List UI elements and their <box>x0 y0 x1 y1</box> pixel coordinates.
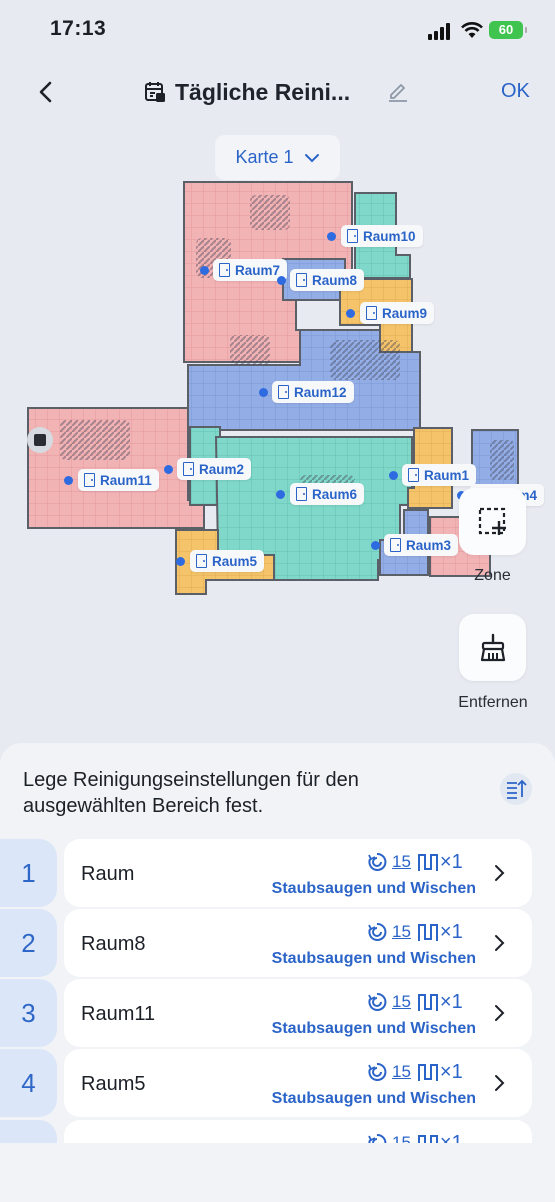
room-dot <box>64 476 73 485</box>
room-label-raum2[interactable]: Raum2 <box>177 458 252 480</box>
chevron-right-icon <box>495 1005 505 1021</box>
list-item: 1 Raum 15 ×1 Staubsaugen und Wischen <box>0 839 555 907</box>
suction-level: 15 <box>392 1133 411 1143</box>
suction-level: 15 <box>392 1062 411 1081</box>
door-icon <box>366 306 377 320</box>
list-item: 3 Raum11 15 ×1 Staubsaugen und Wischen <box>0 979 555 1047</box>
suction-icon <box>368 922 387 941</box>
sort-button[interactable] <box>500 773 532 805</box>
route-icon <box>417 924 438 941</box>
room-label-raum12[interactable]: Raum12 <box>272 381 354 403</box>
remove-button[interactable] <box>459 614 526 681</box>
room-setting-card[interactable]: 15 ×1 <box>64 1120 532 1143</box>
suction-level: 15 <box>392 992 411 1011</box>
setting-icons: 15 ×1 <box>366 919 463 945</box>
order-number[interactable]: 3 <box>0 979 57 1047</box>
order-number[interactable]: 1 <box>0 839 57 907</box>
room-dot <box>200 266 209 275</box>
setting-icons: 15 ×1 <box>366 849 463 875</box>
suction-icon <box>368 1062 387 1081</box>
route-icon <box>417 1064 438 1081</box>
broom-icon <box>480 633 505 661</box>
bottom-bar <box>0 1143 555 1202</box>
room-name: Raum11 <box>81 1003 156 1025</box>
sheet-title: Lege Reinigungseinstellungen für den aus… <box>23 769 359 817</box>
door-icon <box>408 468 419 482</box>
room-dot <box>277 276 286 285</box>
pass-count: ×1 <box>439 990 463 1013</box>
order-number[interactable]: 4 <box>0 1049 57 1117</box>
room-dot <box>389 471 398 480</box>
zone-button[interactable] <box>459 488 526 555</box>
room-label-raum9[interactable]: Raum9 <box>360 302 435 324</box>
door-icon <box>347 229 358 243</box>
door-icon <box>296 487 307 501</box>
suction-level: 15 <box>392 922 411 941</box>
remove-label: Entfernen <box>458 694 528 711</box>
cleaning-mode: Staubsaugen und Wischen <box>271 1020 476 1037</box>
room-label-raum7[interactable]: Raum7 <box>213 259 288 281</box>
suction-level: 15 <box>392 852 411 871</box>
cleaning-mode: Staubsaugen und Wischen <box>271 880 476 897</box>
room-setting-card[interactable]: Raum 15 ×1 Staubsaugen und Wischen <box>64 839 532 907</box>
pass-count: ×1 <box>439 850 463 873</box>
pass-count: ×1 <box>439 920 463 943</box>
room-dot <box>176 557 185 566</box>
door-icon <box>278 385 289 399</box>
room-label-raum10[interactable]: Raum10 <box>341 225 423 247</box>
door-icon <box>84 473 95 487</box>
chevron-right-icon <box>495 1075 505 1091</box>
route-icon <box>417 994 438 1011</box>
room-label-raum3[interactable]: Raum3 <box>384 534 459 556</box>
room-label-raum6[interactable]: Raum6 <box>290 483 365 505</box>
room-order-list: 1 Raum 15 ×1 Staubsaugen und Wischen 2 R… <box>0 839 555 1143</box>
room-setting-card[interactable]: Raum5 15 ×1 Staubsaugen und Wischen <box>64 1049 532 1117</box>
settings-sheet: Lege Reinigungseinstellungen für den aus… <box>0 743 555 1202</box>
list-item: 2 Raum8 15 ×1 Staubsaugen und Wischen <box>0 909 555 977</box>
suction-icon <box>368 1133 387 1143</box>
door-icon <box>390 538 401 552</box>
room-setting-card[interactable]: Raum11 15 ×1 Staubsaugen und Wischen <box>64 979 532 1047</box>
order-number[interactable]: 2 <box>0 909 57 977</box>
door-icon <box>196 554 207 568</box>
room-name: Raum5 <box>81 1073 146 1095</box>
list-item: 4 Raum5 15 ×1 Staubsaugen und Wischen <box>0 1049 555 1117</box>
suction-icon <box>368 852 387 871</box>
room-label-raum1[interactable]: Raum1 <box>402 464 477 486</box>
cleaning-mode: Staubsaugen und Wischen <box>271 1090 476 1107</box>
room-dot <box>327 232 336 241</box>
cleaning-mode: Staubsaugen und Wischen <box>271 950 476 967</box>
door-icon <box>296 273 307 287</box>
suction-icon <box>368 992 387 1011</box>
list-item: 5 15 ×1 <box>0 1120 555 1143</box>
zone-add-icon <box>478 507 506 535</box>
room-name: Raum <box>81 863 135 885</box>
room-dot <box>371 541 380 550</box>
room-label-raum8[interactable]: Raum8 <box>290 269 365 291</box>
setting-icons: 15 ×1 <box>366 1059 463 1085</box>
room-dot <box>164 465 173 474</box>
room-dot <box>276 490 285 499</box>
room-dot <box>259 388 268 397</box>
room-setting-card[interactable]: Raum8 15 ×1 Staubsaugen und Wischen <box>64 909 532 977</box>
room-label-raum11[interactable]: Raum11 <box>78 469 159 491</box>
route-icon <box>417 854 438 871</box>
setting-icons: 15 ×1 <box>366 989 463 1015</box>
setting-icons: 15 ×1 <box>366 1130 463 1143</box>
zone-label: Zone <box>474 567 511 584</box>
route-icon <box>417 1135 438 1143</box>
room-label-raum5[interactable]: Raum5 <box>190 550 265 572</box>
chevron-right-icon <box>495 935 505 951</box>
chevron-right-icon <box>495 865 505 881</box>
room-dot <box>346 309 355 318</box>
pass-count: ×1 <box>439 1060 463 1083</box>
door-icon <box>183 462 194 476</box>
sort-icon <box>507 779 527 799</box>
pass-count: ×1 <box>439 1131 463 1144</box>
door-icon <box>219 263 230 277</box>
order-number[interactable]: 5 <box>0 1120 57 1143</box>
room-name: Raum8 <box>81 933 146 955</box>
